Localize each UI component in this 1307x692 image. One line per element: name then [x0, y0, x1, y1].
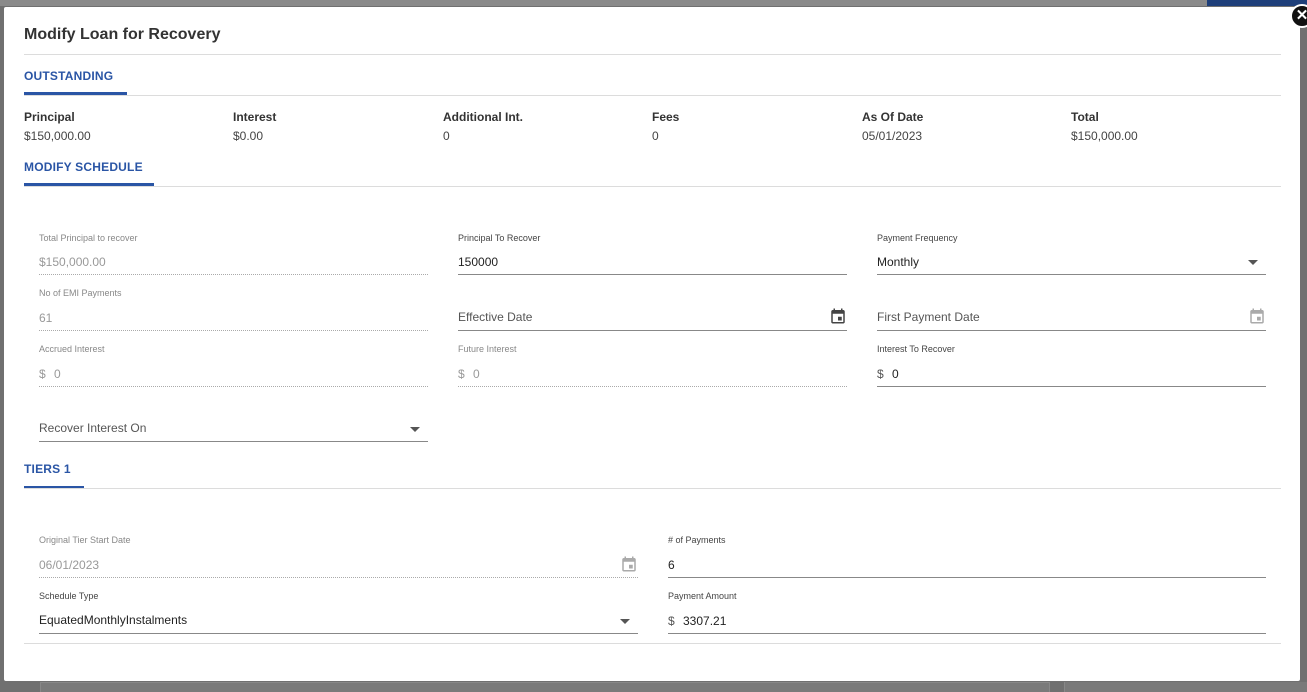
stat-additional-interest: Additional Int. 0 — [443, 110, 523, 143]
accrued-interest-field: Accrued Interest $ 0 — [39, 341, 428, 389]
field-value: $150,000.00 — [39, 255, 106, 269]
field-underline — [39, 274, 428, 275]
chevron-down-icon[interactable] — [620, 619, 630, 624]
stat-value: $150,000.00 — [1071, 129, 1138, 143]
field-label: No of EMI Payments — [39, 288, 122, 298]
close-icon[interactable]: ✕ — [1290, 4, 1307, 28]
field-label: Payment Frequency — [877, 233, 958, 243]
stat-principal: Principal $150,000.00 — [24, 110, 91, 143]
field-label: # of Payments — [668, 535, 726, 545]
stat-label: Interest — [233, 110, 277, 124]
original-tier-start-field: Original Tier Start Date 06/01/2023 — [39, 532, 638, 580]
field-value[interactable]: EquatedMonthlyInstalments — [39, 613, 187, 627]
field-underline — [668, 577, 1266, 578]
field-value: 0 — [54, 367, 61, 381]
total-principal-field: Total Principal to recover $150,000.00 — [39, 230, 428, 276]
field-label: Schedule Type — [39, 591, 99, 601]
stat-label: Additional Int. — [443, 110, 523, 124]
stat-label: Principal — [24, 110, 75, 124]
payment-amount-input[interactable]: Payment Amount $ 3307.21 — [668, 588, 1266, 636]
tab-outstanding[interactable]: OUTSTANDING — [24, 69, 113, 83]
effective-date-input[interactable]: Effective Date — [458, 285, 847, 333]
backdrop-panel-right — [1064, 682, 1307, 692]
currency-prefix: $ — [458, 367, 465, 381]
stat-total: Total $150,000.00 — [1071, 110, 1138, 143]
stat-value: 0 — [443, 129, 450, 143]
calendar-icon[interactable] — [829, 307, 847, 325]
future-interest-field: Future Interest $ 0 — [458, 341, 847, 389]
field-value: 61 — [39, 311, 53, 325]
field-underline — [877, 274, 1266, 275]
field-label: Accrued Interest — [39, 344, 105, 354]
divider — [24, 643, 1281, 644]
field-placeholder[interactable]: Recover Interest On — [39, 421, 146, 435]
divider — [24, 54, 1281, 55]
backdrop-accent — [1207, 0, 1307, 6]
field-underline — [39, 330, 428, 331]
currency-prefix: $ — [39, 367, 46, 381]
modify-loan-modal: ✕ Modify Loan for Recovery OUTSTANDING P… — [4, 4, 1307, 681]
currency-prefix: $ — [668, 614, 675, 628]
field-value[interactable]: 3307.21 — [683, 614, 726, 628]
calendar-icon[interactable] — [1248, 307, 1266, 325]
tab-tiers-1[interactable]: TIERS 1 — [24, 462, 71, 476]
num-payments-input[interactable]: # of Payments 6 — [668, 532, 1266, 580]
field-label: Payment Amount — [668, 591, 737, 601]
stat-as-of-date: As Of Date 05/01/2023 — [862, 110, 923, 143]
recover-interest-on-select[interactable]: Recover Interest On — [39, 407, 428, 445]
field-underline — [458, 386, 847, 387]
stat-value: 0 — [652, 129, 659, 143]
field-underline — [877, 330, 1266, 331]
field-value: 0 — [473, 367, 480, 381]
payment-frequency-select[interactable]: Payment Frequency Monthly — [877, 230, 1266, 276]
stat-value: $150,000.00 — [24, 129, 91, 143]
field-value[interactable]: Monthly — [877, 255, 919, 269]
stat-label: Fees — [652, 110, 680, 124]
field-underline — [39, 633, 638, 634]
backdrop-header — [0, 0, 1307, 6]
field-underline — [668, 633, 1266, 634]
emi-payments-field: No of EMI Payments 61 — [39, 285, 428, 333]
field-underline — [39, 386, 428, 387]
field-underline — [877, 386, 1266, 387]
field-underline — [458, 330, 847, 331]
field-placeholder[interactable]: First Payment Date — [877, 310, 980, 324]
calendar-icon — [622, 556, 636, 572]
stat-value: 05/01/2023 — [862, 129, 923, 143]
field-value[interactable]: 0 — [892, 367, 899, 381]
field-label: Original Tier Start Date — [39, 535, 131, 545]
field-label: Principal To Recover — [458, 233, 541, 243]
stat-fees: Fees 0 — [652, 110, 679, 143]
field-label: Total Principal to recover — [39, 233, 138, 243]
stat-value: $0.00 — [233, 129, 264, 143]
field-value[interactable]: 6 — [668, 558, 675, 572]
schedule-type-select[interactable]: Schedule Type EquatedMonthlyInstalments — [39, 588, 638, 636]
stat-interest: Interest $0.00 — [233, 110, 276, 143]
modal-title: Modify Loan for Recovery — [24, 26, 221, 43]
field-underline — [39, 441, 428, 442]
field-placeholder[interactable]: Effective Date — [458, 310, 532, 324]
field-underline — [458, 274, 847, 275]
tab-modify-schedule[interactable]: MODIFY SCHEDULE — [24, 160, 143, 174]
backdrop-panel — [40, 682, 1050, 692]
divider — [24, 186, 1281, 187]
field-value[interactable]: 150000 — [458, 255, 498, 269]
field-label: Future Interest — [458, 344, 517, 354]
divider — [24, 488, 1281, 489]
field-underline — [39, 577, 638, 578]
first-payment-date-input[interactable]: First Payment Date — [877, 285, 1266, 333]
currency-prefix: $ — [877, 367, 884, 381]
field-label: Interest To Recover — [877, 344, 955, 354]
divider — [24, 95, 1281, 96]
principal-to-recover-input[interactable]: Principal To Recover 150000 — [458, 230, 847, 276]
chevron-down-icon[interactable] — [410, 427, 420, 432]
interest-to-recover-input[interactable]: Interest To Recover $ 0 — [877, 341, 1266, 389]
stat-label: Total — [1071, 110, 1099, 124]
field-value: 06/01/2023 — [39, 558, 100, 572]
chevron-down-icon[interactable] — [1248, 260, 1258, 265]
stat-label: As Of Date — [862, 110, 924, 124]
